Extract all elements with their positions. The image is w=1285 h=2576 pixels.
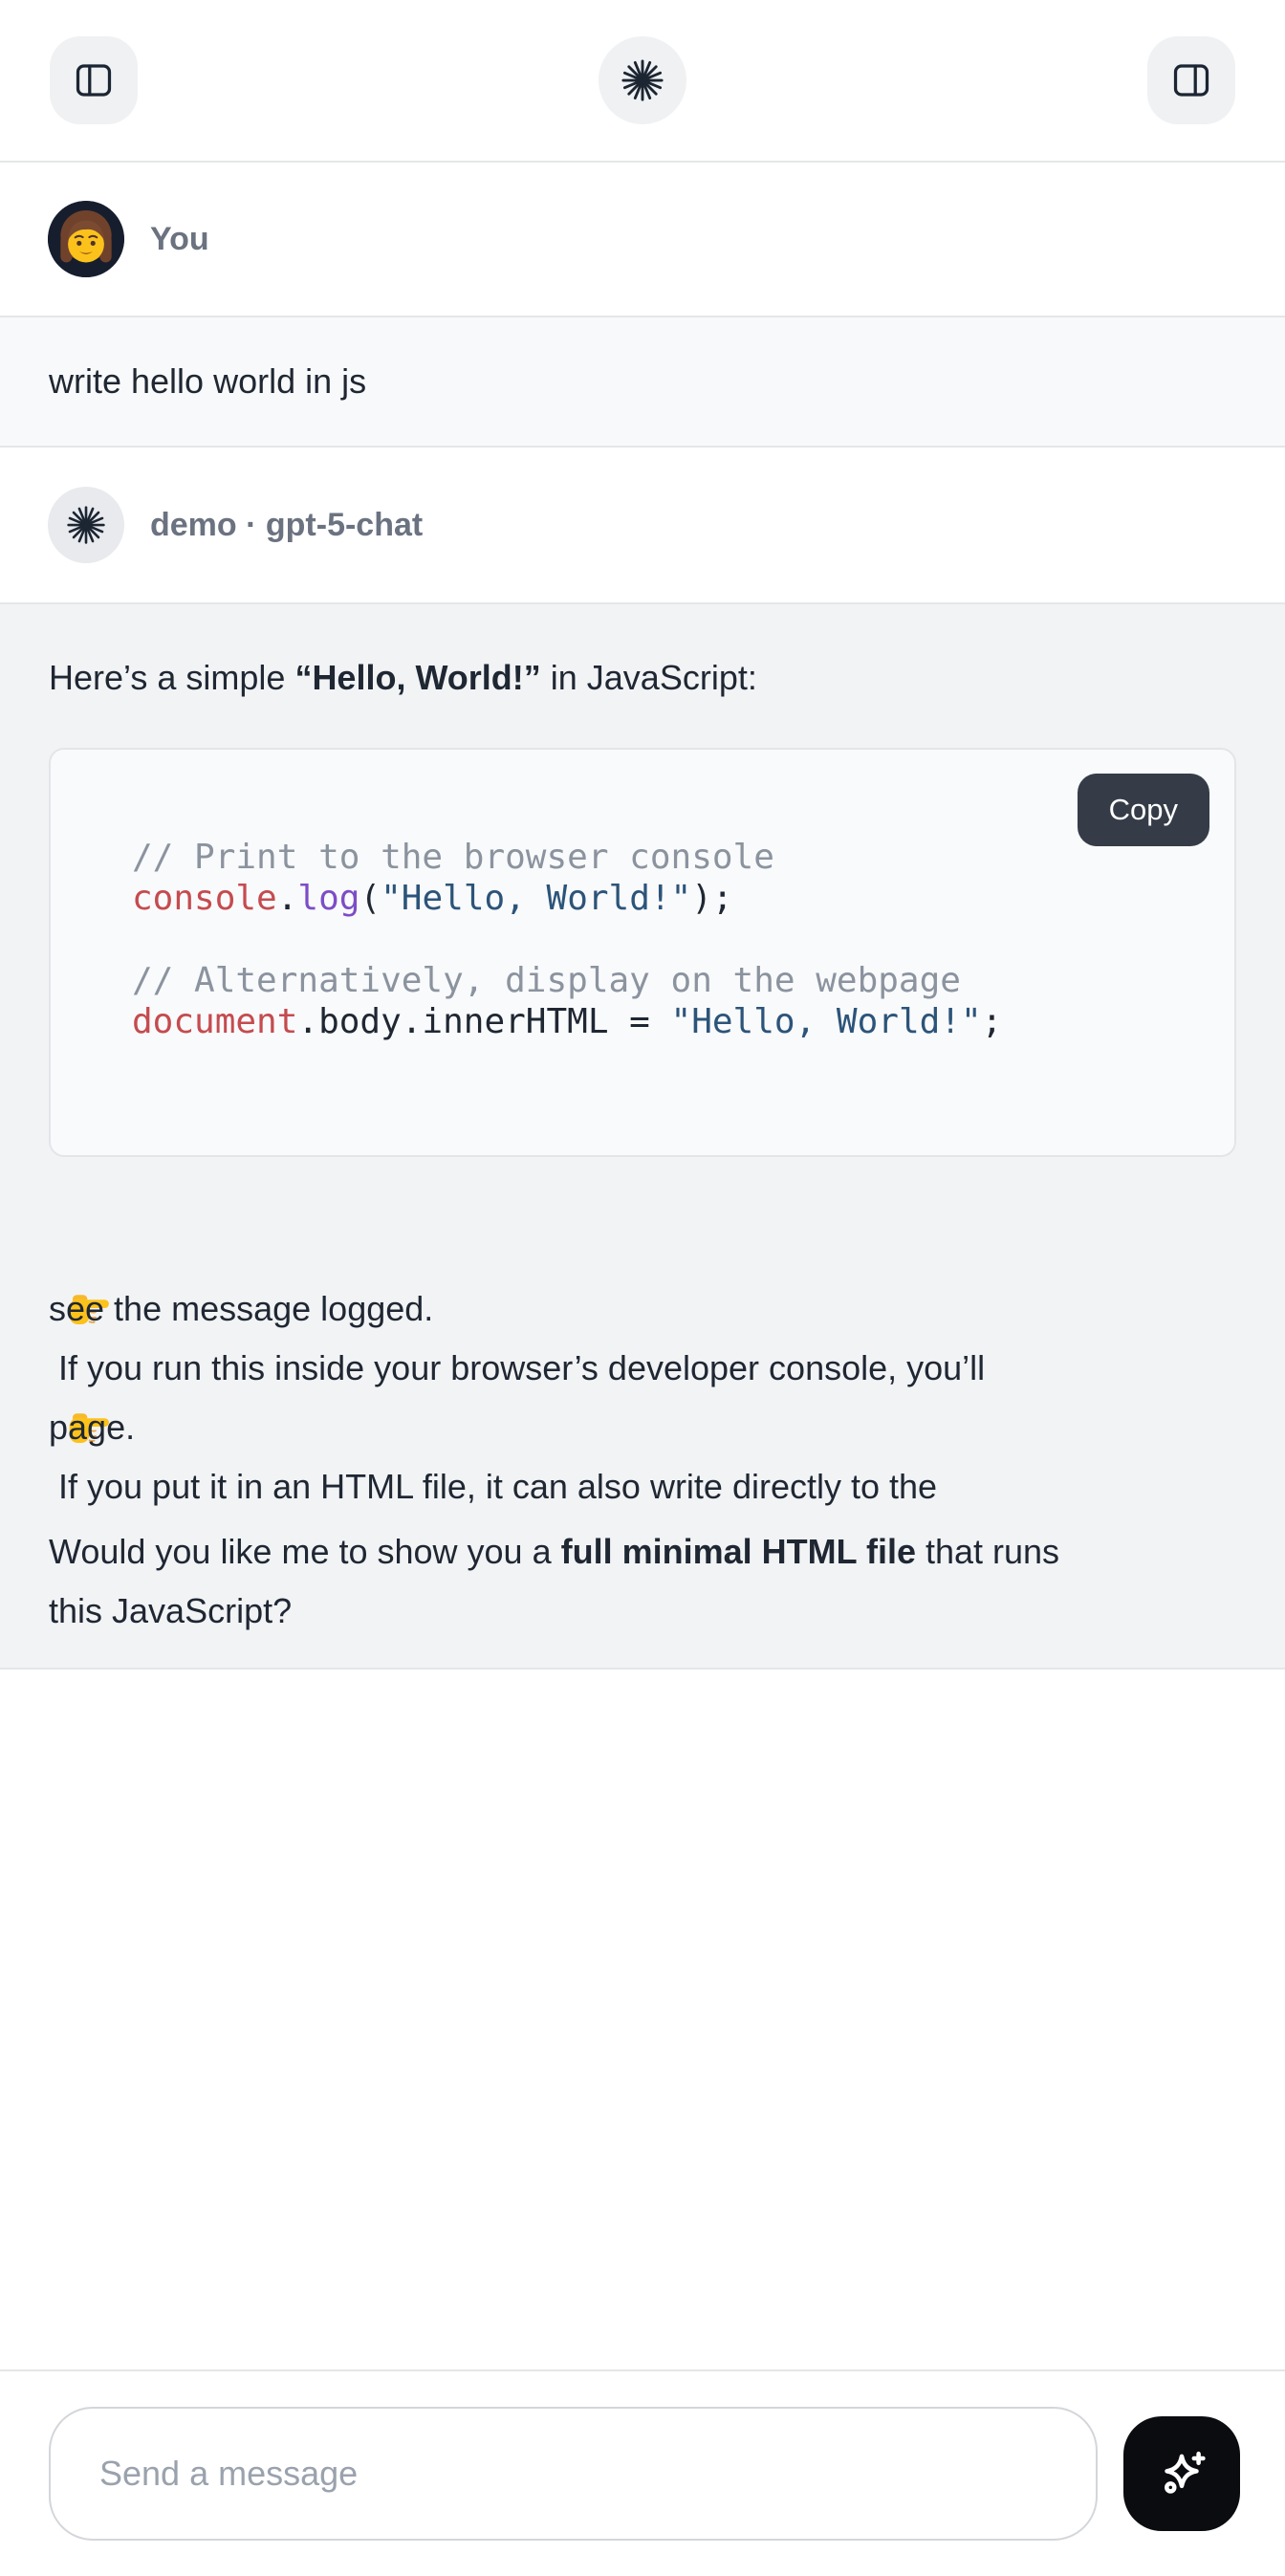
user-sender-label: You <box>150 221 209 258</box>
assistant-question: Would you like me to show you a full min… <box>49 1522 1236 1641</box>
assistant-sender-label: demo · gpt-5-chat <box>150 507 423 544</box>
person-emoji <box>48 201 124 277</box>
composer-bar <box>0 2369 1285 2576</box>
assistant-notes: If you run this inside your browser’s de… <box>49 1220 1236 1457</box>
sparkles-icon <box>1151 2443 1212 2504</box>
starburst-icon <box>621 58 664 102</box>
sidebar-toggle-button[interactable] <box>50 36 138 124</box>
assistant-message-header: demo · gpt-5-chat <box>0 448 1285 602</box>
user-avatar <box>48 201 124 277</box>
user-message-text: write hello world in js <box>49 361 366 402</box>
right-panel-toggle-button[interactable] <box>1147 36 1235 124</box>
brand-button[interactable] <box>599 36 686 124</box>
assistant-intro: Here’s a simple “Hello, World!” in JavaS… <box>49 648 1236 708</box>
code-content: // Print to the browser consoleconsole.l… <box>132 837 1196 1042</box>
top-bar <box>0 0 1285 163</box>
user-message: write hello world in js <box>0 316 1285 448</box>
assistant-message: Here’s a simple “Hello, World!” in JavaS… <box>0 602 1285 1670</box>
panel-right-icon <box>1169 58 1213 102</box>
send-button[interactable] <box>1123 2416 1240 2531</box>
message-input[interactable] <box>49 2407 1098 2541</box>
panel-left-icon <box>72 58 116 102</box>
chat-empty-area <box>0 1670 1285 2369</box>
copy-button[interactable]: Copy <box>1078 774 1209 846</box>
starburst-icon <box>66 505 106 545</box>
code-block: Copy // Print to the browser consolecons… <box>49 748 1236 1157</box>
user-message-header: You <box>0 163 1285 316</box>
chat-app: You write hello world in js demo · gpt-5… <box>0 0 1285 2576</box>
assistant-avatar <box>48 487 124 563</box>
